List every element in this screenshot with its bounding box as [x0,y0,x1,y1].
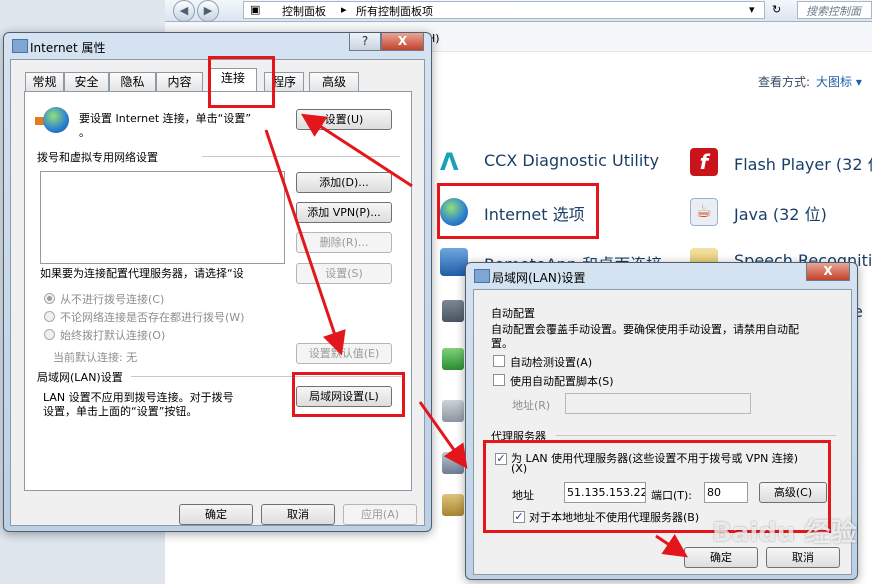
settings-button[interactable]: 设置(S) [296,263,392,284]
forward-button[interactable]: ▶ [197,0,219,22]
user-icon [442,494,464,516]
dialup-connections-list[interactable] [40,171,285,264]
network-icon [442,348,464,370]
proxy-note: 如果要为连接配置代理服务器，请选择“设 [40,267,244,280]
current-default-text: 当前默认连接: 无 [53,351,138,364]
control-panel-toolbar: ◀ ▶ ▣ 控制面板 ▸ 所有控制面板项 ▾ ↻ 搜索控制面 [165,0,872,22]
chevron-down-icon[interactable]: ▾ [749,3,755,16]
port-label: 端口(T): [651,489,693,502]
system-icon [442,452,464,474]
intro-text-cont: 。 [79,126,90,139]
bypass-local-checkbox[interactable]: ✓ [513,511,525,523]
cp-item-label: Internet 选项 [484,205,585,224]
use-proxy-checkbox[interactable]: ✓ [495,453,507,465]
dialog-title: Internet 属性 [30,41,106,55]
lan-cancel-button[interactable]: 取消 [766,547,840,568]
use-proxy-label: 为 LAN 使用代理服务器(这些设置不用于拨号或 VPN 连接) [511,452,799,465]
use-proxy-label-cont: (X) [511,462,528,475]
view-by-dropdown[interactable]: 大图标 ▾ [816,75,862,89]
phone-icon [442,400,464,422]
group-divider [202,156,400,157]
auto-detect-checkbox[interactable] [493,355,505,367]
radio-dial-whenever[interactable] [44,311,55,322]
folder-icon: ▣ [250,3,261,16]
tab-programs[interactable]: 程序 [264,72,304,92]
set-default-button[interactable]: 设置默认值(E) [296,343,392,364]
tab-panel: 要设置 Internet 连接，单击“设置” 。 设置(U) 拨号和虚拟专用网络… [24,91,412,491]
java-icon: ☕ [690,198,718,226]
firewall-icon [442,300,464,322]
dialog-client-area: 常规 安全 隐私 内容 连接 程序 高级 要设置 Internet 连接，单击“… [10,59,425,526]
apply-button[interactable]: 应用(A) [343,504,417,525]
view-by[interactable]: 查看方式: 大图标 ▾ [758,73,862,90]
tab-content[interactable]: 内容 [156,72,203,92]
port-input[interactable]: 80 [704,482,748,503]
network-setup-icon [35,107,69,137]
cp-item-label: Java (32 位) [734,205,827,224]
radio-always-dial-label: 始终拨打默认连接(O) [60,329,166,342]
advanced-button[interactable]: 高级(C) [759,482,827,503]
lan-ok-button[interactable]: 确定 [684,547,758,568]
tab-privacy[interactable]: 隐私 [109,72,156,92]
script-address-input[interactable] [565,393,751,414]
setup-button[interactable]: 设置(U) [296,109,392,130]
auto-config-description: 自动配置会覆盖手动设置。要确保使用手动设置，请禁用自动配 [491,323,799,336]
refresh-icon[interactable]: ↻ [772,3,781,16]
view-by-label: 查看方式: [758,75,811,89]
auto-script-checkbox[interactable] [493,374,505,386]
auto-config-group-label: 自动配置 [491,307,535,320]
lan-description-cont: 设置，单击上面的“设置”按钮。 [43,405,198,418]
cp-item-label: Flash Player (32 位 [734,155,872,174]
ccx-icon: Λ [440,148,459,176]
remove-button[interactable]: 删除(R)... [296,232,392,253]
breadcrumb-item[interactable]: 所有控制面板项 [356,3,433,19]
add-button[interactable]: 添加(D)... [296,172,392,193]
cp-item-label: CCX Diagnostic Utility [484,151,660,170]
auto-config-description-cont: 置。 [491,337,513,350]
close-button[interactable]: X [381,33,424,51]
port-value: 80 [707,486,721,499]
lan-dialog-title: 局域网(LAN)设置 [492,271,586,285]
proxy-address-input[interactable]: 51.135.153.22 [564,482,646,503]
breadcrumb-item[interactable]: 控制面板 [282,3,326,19]
script-address-label: 地址(R) [512,399,551,412]
flash-icon: f [690,148,718,176]
tab-advanced[interactable]: 高级 [309,72,359,92]
lan-settings-button[interactable]: 局域网设置(L) [296,386,392,407]
lan-settings-icon [474,269,490,283]
dialup-group-label: 拨号和虚拟专用网络设置 [37,151,158,164]
internet-properties-icon [12,39,28,53]
remoteapp-icon [440,248,468,276]
radio-never-dial-label: 从不进行拨号连接(C) [60,293,165,306]
radio-always-dial[interactable] [44,329,55,340]
breadcrumb-separator: ▸ [341,3,347,16]
lan-close-button[interactable]: X [806,263,850,281]
tab-connections[interactable]: 连接 [209,68,257,93]
proxy-group-label: 代理服务器 [491,430,546,443]
address-bar[interactable]: ▣ 控制面板 ▸ 所有控制面板项 ▾ [243,1,765,19]
tab-general[interactable]: 常规 [25,72,64,92]
group-divider [131,376,401,377]
ok-button[interactable]: 确定 [179,504,253,525]
baidu-watermark: Baidu 经验 [712,518,857,548]
bypass-local-label: 对于本地地址不使用代理服务器(B) [529,511,700,524]
help-button[interactable]: ? [349,33,381,51]
proxy-address-value: 51.135.153.22 [567,486,646,499]
auto-script-label: 使用自动配置脚本(S) [510,375,614,388]
cancel-button[interactable]: 取消 [261,504,335,525]
radio-never-dial[interactable] [44,293,55,304]
group-divider [556,435,836,436]
internet-options-icon [440,198,468,226]
tab-security[interactable]: 安全 [64,72,109,92]
auto-detect-label: 自动检测设置(A) [510,356,593,369]
search-input[interactable]: 搜索控制面 [797,1,872,19]
intro-text: 要设置 Internet 连接，单击“设置” [79,112,252,125]
add-vpn-button[interactable]: 添加 VPN(P)... [296,202,392,223]
radio-dial-whenever-label: 不论网络连接是否存在都进行拨号(W) [60,311,245,324]
lan-group-label: 局域网(LAN)设置 [37,371,123,384]
internet-properties-dialog: Internet 属性 ? X 常规 安全 隐私 内容 连接 程序 高级 要设置… [3,32,432,532]
proxy-address-label: 地址 [512,489,534,502]
back-button[interactable]: ◀ [173,0,195,22]
